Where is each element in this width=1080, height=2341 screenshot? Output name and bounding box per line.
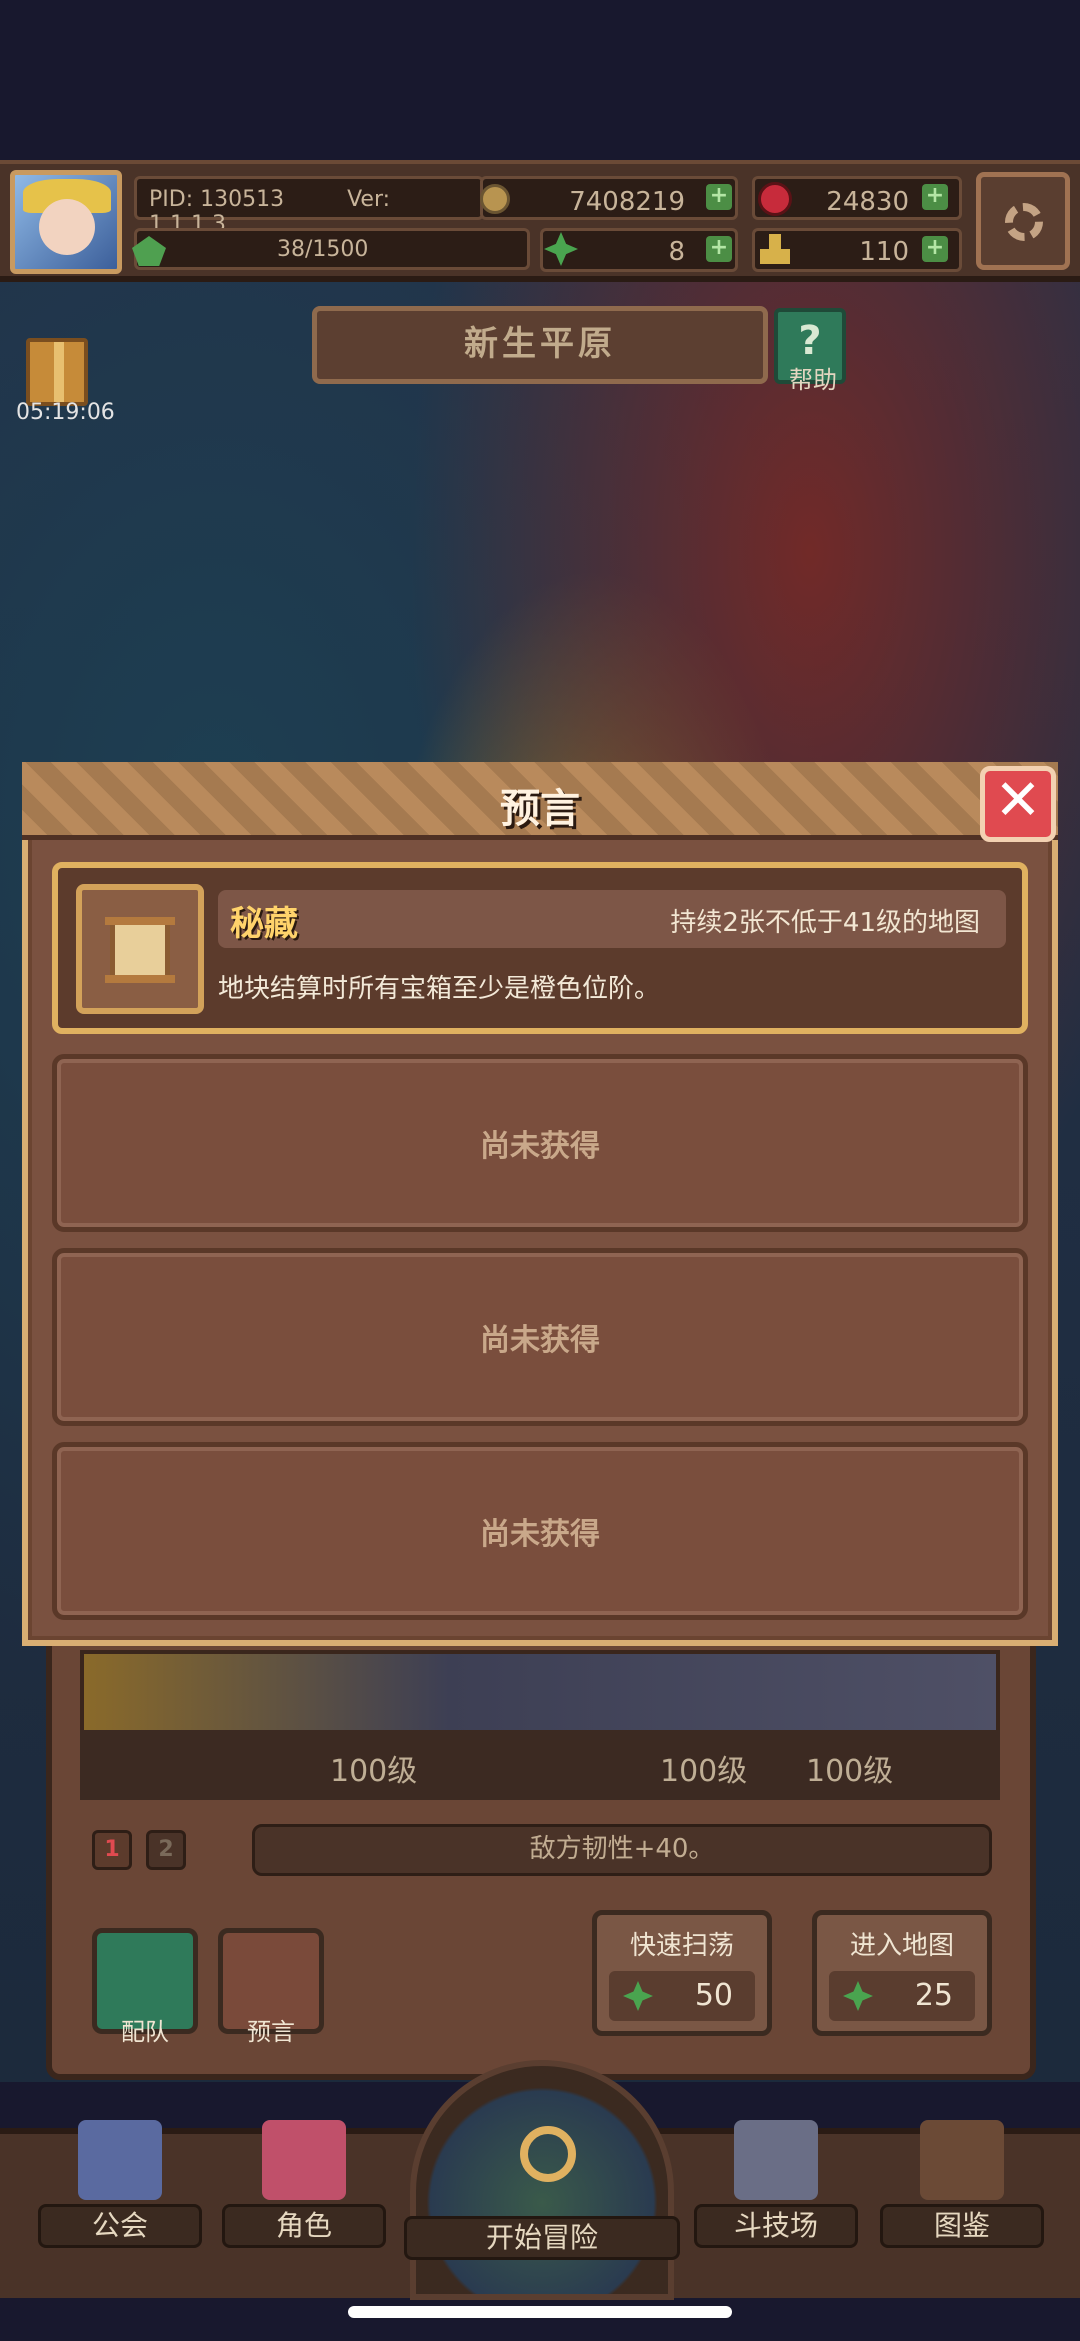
prophecy-label: 预言 xyxy=(247,2018,295,2046)
level-2: 100级 xyxy=(660,1754,748,1789)
add-gem-button[interactable]: + xyxy=(922,184,948,210)
gold-value: 7408219 xyxy=(569,187,685,217)
crossed-swords-icon xyxy=(734,2120,818,2200)
coin-icon xyxy=(480,184,510,214)
gift-box-icon[interactable] xyxy=(26,338,88,406)
quick-sweep-label: 快速扫荡 xyxy=(629,1931,734,1961)
clover-icon xyxy=(623,1981,653,2011)
enter-map-cost: 25 xyxy=(829,1971,975,2021)
prophecy-card-name: 秘藏 xyxy=(230,904,298,944)
nav-arena-label: 斗技场 xyxy=(694,2204,858,2248)
empty-slot-label: 尚未获得 xyxy=(480,1129,600,1164)
stamina-bar: 38/1500 xyxy=(134,228,530,270)
prophecy-card-description: 地块结算时所有宝箱至少是橙色位阶。 xyxy=(218,974,661,1004)
nav-codex-label: 图鉴 xyxy=(880,2204,1044,2248)
team-label: 配队 xyxy=(121,2018,169,2046)
nav-character[interactable]: 角色 xyxy=(222,2100,386,2250)
close-icon: ✕ xyxy=(994,768,1042,833)
clover-icon xyxy=(843,1981,873,2011)
prophecy-card-icon-frame xyxy=(76,884,204,1014)
game-screen: PID: 130513 Ver: 1.1.1.3 38/1500 7408219… xyxy=(0,0,1080,2341)
level-3: 100级 xyxy=(806,1754,894,1789)
home-indicator[interactable] xyxy=(348,2306,732,2318)
level-1: 100级 xyxy=(330,1754,418,1789)
empty-slot: 尚未获得 xyxy=(52,1248,1028,1426)
book-icon xyxy=(920,2120,1004,2200)
add-clover-button[interactable]: + xyxy=(706,236,732,262)
empty-slot-label: 尚未获得 xyxy=(480,1517,600,1552)
level-row: 100级 100级 100级 xyxy=(80,1730,1000,1800)
empty-slot: 尚未获得 xyxy=(52,1054,1028,1232)
quick-sweep-button[interactable]: 快速扫荡 50 xyxy=(592,1910,772,2036)
page-2-button[interactable]: 2 xyxy=(146,1830,186,1870)
enter-map-button[interactable]: 进入地图 25 xyxy=(812,1910,992,2036)
quick-sweep-cost-value: 50 xyxy=(694,1978,733,2013)
pid-panel: PID: 130513 Ver: 1.1.1.3 xyxy=(134,176,484,237)
clover-value: 8 xyxy=(668,237,685,267)
area-title: 新生平原 xyxy=(312,306,768,384)
nav-start-adventure[interactable]: 开始冒险 xyxy=(404,2060,680,2300)
nav-character-label: 角色 xyxy=(222,2204,386,2248)
gem-value: 24830 xyxy=(826,187,909,217)
nav-arena[interactable]: 斗技场 xyxy=(694,2100,858,2250)
close-button[interactable]: ✕ xyxy=(980,766,1056,842)
enter-map-label: 进入地图 xyxy=(849,1931,954,1961)
add-key-button[interactable]: + xyxy=(922,236,948,262)
enter-map-cost-value: 25 xyxy=(914,1978,953,2013)
settings-button[interactable] xyxy=(976,172,1070,270)
guild-icon xyxy=(78,2120,162,2200)
nav-codex[interactable]: 图鉴 xyxy=(880,2100,1044,2250)
add-gold-button[interactable]: + xyxy=(706,184,732,210)
modal-title: 预言 xyxy=(500,786,580,832)
nav-start-adventure-label: 开始冒险 xyxy=(404,2216,680,2260)
help-label: 帮助 xyxy=(789,366,837,394)
gold-counter: 7408219 xyxy=(480,176,738,220)
pid-text: PID: 130513 xyxy=(149,187,285,212)
character-icon xyxy=(262,2120,346,2200)
nav-guild[interactable]: 公会 xyxy=(38,2100,202,2250)
empty-slot-label: 尚未获得 xyxy=(480,1323,600,1358)
gem-icon xyxy=(758,182,792,216)
scroll-icon xyxy=(105,917,175,983)
nav-guild-label: 公会 xyxy=(38,2204,202,2248)
key-value: 110 xyxy=(859,237,909,267)
empty-slot: 尚未获得 xyxy=(52,1442,1028,1620)
magnifier-icon xyxy=(520,2126,576,2182)
page-1-button[interactable]: 1 xyxy=(92,1830,132,1870)
gift-timer: 05:19:06 xyxy=(16,400,115,425)
question-icon: ? xyxy=(798,318,822,364)
player-avatar[interactable] xyxy=(10,170,122,274)
gear-icon xyxy=(1005,203,1043,241)
quick-sweep-cost: 50 xyxy=(609,1971,755,2021)
enemy-bonus: 敌方韧性+40。 xyxy=(252,1824,992,1876)
stamina-text: 38/1500 xyxy=(277,237,369,262)
prophecy-card-condition: 持续2张不低于41级的地图 xyxy=(670,908,980,938)
